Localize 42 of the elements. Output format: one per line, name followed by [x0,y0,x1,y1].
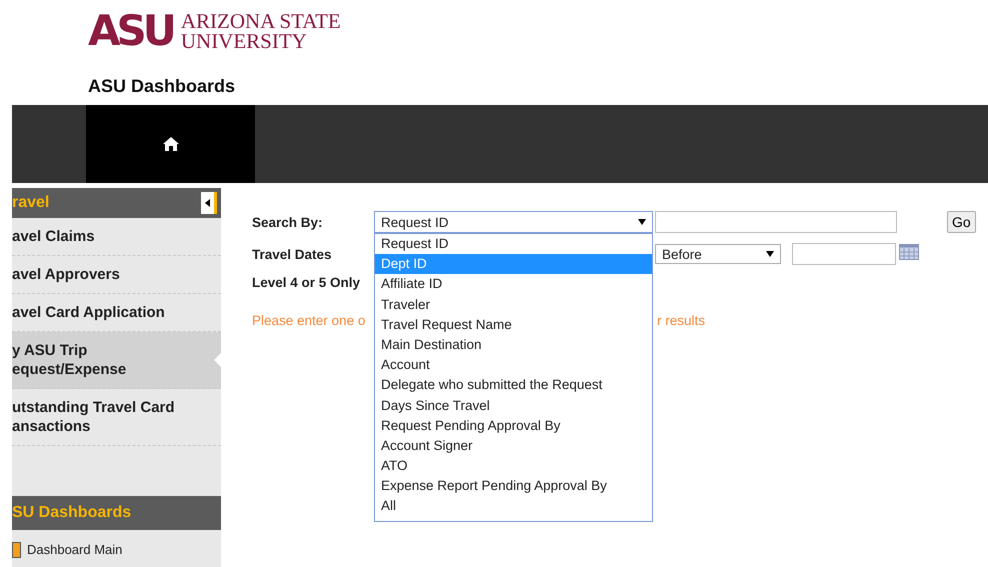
date-relation-select[interactable]: Before [655,244,781,264]
hint-message: r results [657,312,706,328]
dropdown-option[interactable]: Days Since Travel [375,396,652,416]
search-input[interactable] [655,211,897,233]
dropdown-option[interactable]: Request ID [375,234,652,254]
sidebar-item[interactable]: avel Claims [12,218,221,256]
date-input[interactable] [792,243,896,265]
hint-message: Please enter one o [252,312,366,328]
dropdown-option[interactable]: Request Pending Approval By [375,416,652,436]
app-title: ASU Dashboards [87,75,236,98]
dropdown-arrow-icon [638,219,646,225]
logo-text: ARIZONA STATE [180,11,341,31]
field-label: Level 4 or 5 Only [252,274,362,290]
sidebar-item[interactable]: utstanding Travel Card ansactions [12,389,221,446]
dropdown-option[interactable]: Affiliate ID [375,274,652,295]
home-icon [162,137,178,151]
field-label: Search By: [252,214,324,230]
dropdown-option[interactable]: Expense Report Pending Approval By [375,476,652,496]
sidebar-item[interactable]: Dashboard Main [12,530,221,567]
dropdown-option[interactable]: Delegate who submitted the Request [375,375,652,396]
dropdown-option[interactable]: All [375,496,652,517]
dropdown-option[interactable]: Travel Request Name [375,314,652,335]
calendar-icon[interactable] [899,244,919,260]
dashboard-icon [12,542,21,558]
section-title: SU Dashboards [12,504,132,522]
field-label: Travel Dates [252,246,333,262]
dropdown-option[interactable]: ATO [375,456,652,476]
sidebar-item[interactable]: y ASU Trip equest/Expense [12,332,221,389]
dropdown-option[interactable]: Account Signer [375,436,652,456]
collapse-button[interactable] [201,192,217,214]
search-by-select[interactable]: Request ID [374,211,653,233]
section-title: ravel [12,194,50,212]
go-button[interactable]: Go [947,211,976,233]
caret-icon [205,199,210,207]
dropdown-option[interactable]: Traveler [375,294,652,315]
logo-mark: ASU [88,9,173,53]
logo-text: UNIVERSITY [180,31,308,51]
dropdown-arrow-icon [766,251,774,257]
sidebar-item[interactable]: avel Approvers [12,256,221,294]
dropdown-option[interactable]: Account [375,355,652,376]
home-tab[interactable] [86,105,255,183]
dropdown-option[interactable]: Main Destination [375,334,652,356]
